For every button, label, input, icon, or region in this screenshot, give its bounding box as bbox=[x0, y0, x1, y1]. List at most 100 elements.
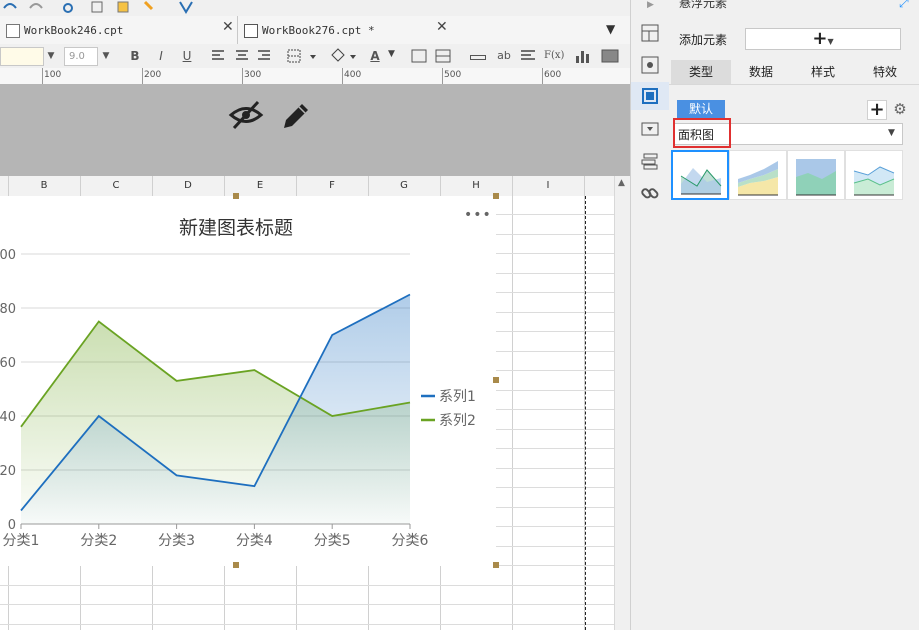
side-icon-strip: ▶ bbox=[630, 0, 671, 630]
tab-data[interactable]: 数据 bbox=[731, 60, 791, 84]
x-tick-label: 分类2 bbox=[80, 533, 117, 549]
area-chart[interactable]: 新建图表标题 0 20 40 60 80 00 分类1 分类2 分类3 分类4 分类5 分类6 系列1 系列… bbox=[0, 196, 496, 566]
ruler-tick: 500 bbox=[444, 70, 462, 80]
default-tag[interactable]: 默认 bbox=[677, 100, 725, 118]
column-header[interactable]: B bbox=[8, 176, 81, 196]
italic-button[interactable]: I bbox=[154, 47, 168, 65]
area-type-thumb-2[interactable] bbox=[729, 150, 787, 200]
tab-menu-icon[interactable]: ▼ bbox=[606, 22, 615, 36]
paste-icon bbox=[117, 1, 129, 13]
tab-divider bbox=[669, 84, 919, 85]
triangle-icon: ▶ bbox=[647, 0, 654, 10]
align-icons[interactable] bbox=[210, 49, 280, 63]
border-icon[interactable] bbox=[286, 48, 326, 64]
chevron-down-icon: ▼ bbox=[827, 37, 834, 46]
area-thumb-svg bbox=[680, 168, 722, 195]
cell-attr-icon[interactable] bbox=[641, 56, 659, 74]
y-tick-label: 20 bbox=[0, 464, 16, 479]
ruler-tick: 200 bbox=[144, 70, 162, 80]
x-tick-label: 分类3 bbox=[158, 533, 195, 549]
paragraph-icon[interactable] bbox=[520, 49, 536, 63]
resize-handle-top[interactable] bbox=[233, 193, 239, 199]
column-header[interactable]: H bbox=[440, 176, 513, 196]
x-tick-label: 分类6 bbox=[392, 533, 429, 549]
formula-button[interactable]: F(x) bbox=[544, 47, 564, 65]
grid-row-line bbox=[0, 604, 614, 605]
insert-row-icon[interactable] bbox=[470, 55, 486, 60]
stack-icon[interactable] bbox=[641, 152, 659, 170]
more-icon[interactable]: ••• bbox=[464, 207, 492, 223]
column-headers: B C D E F G H I bbox=[0, 176, 630, 197]
area-type-thumb-4[interactable] bbox=[845, 150, 903, 200]
undo-icon bbox=[3, 3, 17, 9]
y-tick-label: 00 bbox=[0, 248, 16, 263]
font-name-select[interactable] bbox=[0, 47, 44, 66]
chevron-down-icon: ▼ bbox=[888, 128, 895, 138]
gear-icon[interactable]: ⚙ bbox=[891, 100, 909, 118]
format-toolbar: ▼ 9.0 ▼ B I U A ▼ ab F(x) bbox=[0, 44, 630, 69]
tab-workbook246[interactable]: WorkBook246.cpt bbox=[24, 20, 123, 42]
close-icon[interactable]: ✕ bbox=[222, 19, 234, 35]
percent-area-thumb-svg bbox=[796, 159, 836, 196]
column-header[interactable]: G bbox=[368, 176, 441, 196]
chevron-down-icon[interactable]: ▼ bbox=[98, 48, 114, 64]
float-element-icon[interactable] bbox=[641, 87, 659, 105]
column-header[interactable]: F bbox=[296, 176, 369, 196]
column-header[interactable]: I bbox=[512, 176, 585, 196]
layout-icon[interactable] bbox=[641, 24, 659, 42]
resize-handle-top-right[interactable] bbox=[493, 193, 499, 199]
chart-image-icons[interactable] bbox=[574, 48, 624, 64]
hide-icon[interactable] bbox=[228, 98, 264, 132]
workbook-icon bbox=[6, 24, 20, 38]
font-size-input[interactable]: 9.0 bbox=[64, 47, 98, 66]
fill-color-icon[interactable] bbox=[328, 47, 358, 65]
link-icon[interactable] bbox=[641, 184, 659, 202]
x-tick-label: 分类4 bbox=[236, 533, 273, 549]
highlight-box bbox=[673, 118, 731, 148]
ruler-tick: 600 bbox=[544, 70, 562, 80]
stacked-area-thumb-svg bbox=[738, 161, 778, 196]
tab-effect[interactable]: 特效 bbox=[855, 60, 915, 84]
add-icon[interactable]: + bbox=[867, 100, 887, 120]
panel-header: 悬浮元素 bbox=[679, 0, 728, 10]
shield-icon bbox=[179, 1, 193, 14]
tab-type[interactable]: 类型 bbox=[671, 60, 731, 84]
page-break-line bbox=[585, 196, 586, 630]
column-header[interactable]: D bbox=[152, 176, 225, 196]
widget-icon[interactable] bbox=[641, 120, 659, 138]
grid-row-line bbox=[0, 585, 614, 586]
bold-button[interactable]: B bbox=[128, 47, 142, 65]
resize-handle-right[interactable] bbox=[493, 377, 499, 383]
add-element-button[interactable]: +▼ bbox=[745, 28, 901, 50]
y-tick-label: 80 bbox=[0, 302, 16, 317]
resize-handle-bottom-right[interactable] bbox=[493, 562, 499, 568]
area-type-thumb-1[interactable] bbox=[671, 150, 729, 200]
area-type-thumb-3[interactable] bbox=[787, 150, 845, 200]
chevron-down-icon[interactable]: ▼ bbox=[388, 49, 395, 59]
chart-toolbar-area bbox=[0, 84, 630, 176]
merge-icons[interactable] bbox=[410, 48, 454, 64]
format-painter-icon bbox=[143, 0, 154, 11]
workbook-icon bbox=[244, 24, 258, 38]
x-tick-label: 分类1 bbox=[3, 533, 40, 549]
legend-label: 系列2 bbox=[439, 413, 476, 429]
column-header[interactable]: C bbox=[80, 176, 153, 196]
font-color-button[interactable]: A bbox=[366, 47, 384, 65]
tab-divider bbox=[237, 16, 238, 44]
scroll-up-icon[interactable]: ▲ bbox=[618, 178, 625, 188]
expand-icon[interactable]: ⤢ bbox=[899, 0, 909, 11]
ruler-tick: 300 bbox=[244, 70, 262, 80]
text-button[interactable]: ab bbox=[496, 47, 512, 65]
tab-style[interactable]: 样式 bbox=[791, 60, 855, 84]
underline-button[interactable]: U bbox=[180, 47, 194, 65]
edit-pencil-icon[interactable] bbox=[280, 98, 312, 132]
resize-handle-bottom[interactable] bbox=[233, 562, 239, 568]
close-icon[interactable]: ✕ bbox=[436, 19, 448, 35]
vertical-scrollbar[interactable]: ▲ bbox=[614, 176, 631, 630]
top-toolbar bbox=[0, 0, 630, 16]
chevron-down-icon[interactable]: ▼ bbox=[43, 48, 59, 64]
chart-title: 新建图表标题 bbox=[179, 217, 293, 239]
tab-workbook276[interactable]: WorkBook276.cpt * bbox=[262, 20, 375, 42]
grid-row-line bbox=[0, 624, 614, 625]
x-tick-label: 分类5 bbox=[314, 533, 351, 549]
